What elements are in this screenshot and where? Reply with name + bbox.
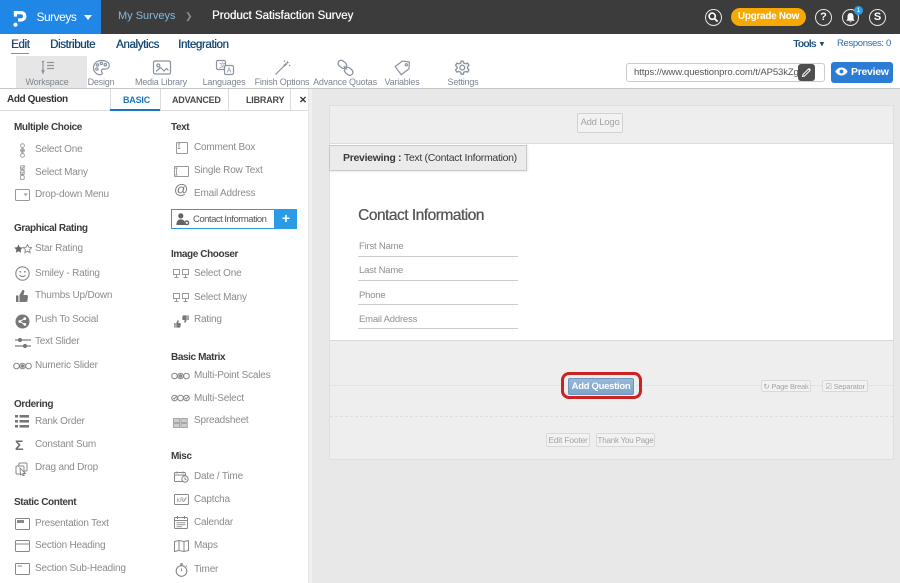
svg-text:文: 文 [219,61,226,70]
svg-text:kR: kR [177,497,185,504]
svg-text:A: A [227,68,232,75]
